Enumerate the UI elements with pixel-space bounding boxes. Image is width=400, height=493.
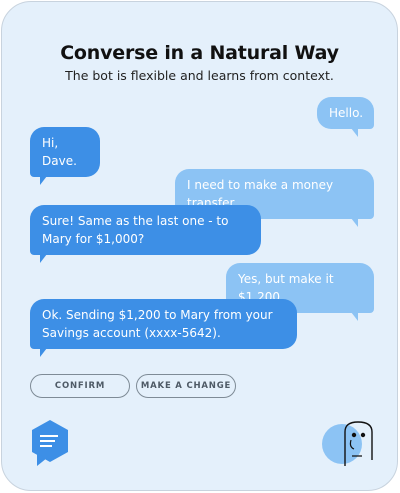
user-message-bubble: Hello. [317,97,374,137]
confirm-button[interactable]: CONFIRM [30,374,130,398]
message-text: Sure! Same as the last one - to Mary for… [42,214,229,246]
bubble-tail [351,128,358,137]
bubble-tail [40,348,47,357]
message-text: Ok. Sending $1,200 to Mary from your Sav… [42,308,273,340]
message-text: Hi, Dave. [42,136,77,168]
bubble-tail [40,176,47,185]
message-text: Hello. [329,106,364,120]
chat-card: Converse in a Natural Way The bot is fle… [1,1,398,491]
page-subtitle: The bot is flexible and learns from cont… [65,68,334,83]
bubble-tail [351,218,358,227]
bot-message-bubble: Hi, Dave. [30,127,100,185]
bot-message-bubble: Ok. Sending $1,200 to Mary from your Sav… [30,299,297,357]
bot-message-bubble: Sure! Same as the last one - to Mary for… [30,205,261,263]
bubble-tail [40,254,47,263]
robot-face-icon [322,420,378,466]
page-title: Converse in a Natural Way [60,42,339,64]
make-a-change-button[interactable]: MAKE A CHANGE [136,374,236,398]
bubble-tail [351,312,358,321]
menu-lines-icon[interactable] [29,418,71,468]
